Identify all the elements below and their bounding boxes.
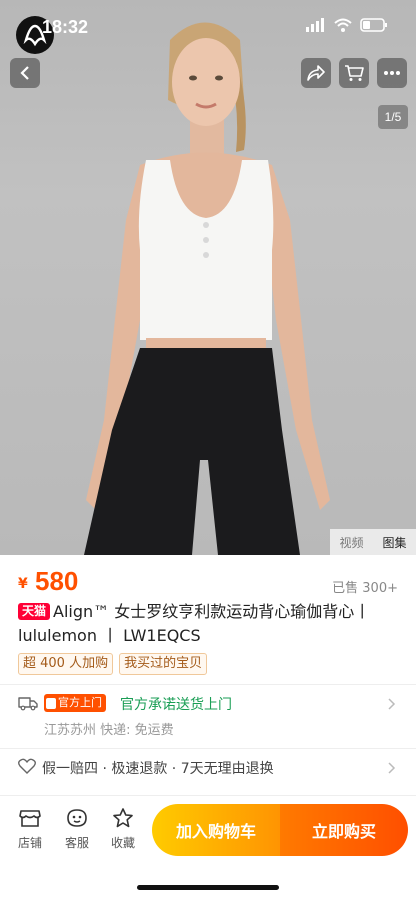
price: 580 [35, 566, 79, 596]
chevron-right-icon [388, 762, 396, 774]
chat-face-icon [67, 809, 87, 827]
divider [0, 795, 416, 796]
customer-service-button[interactable]: 客服 [57, 808, 97, 851]
service-label: 客服 [64, 836, 89, 850]
tmall-badge: 天猫 [18, 603, 51, 620]
home-indicator [137, 885, 279, 890]
product-title[interactable]: 天猫 Align™ 女士罗纹亨利款运动背心瑜伽背心丨lululemon 丨 LW1… [18, 600, 396, 648]
share-button[interactable] [301, 58, 331, 88]
delivery-promise: 官方承诺送货上门 [120, 697, 232, 713]
guarantee-text: 假一赔四 · 极速退款 · 7天无理由退换 [42, 761, 274, 777]
status-bar: 18:32 [0, 0, 416, 54]
status-icons [306, 18, 388, 32]
heart-icon [18, 758, 36, 774]
back-button[interactable] [10, 58, 40, 88]
divider [0, 748, 416, 749]
more-dots-icon [384, 71, 400, 75]
chevron-right-icon [388, 698, 396, 710]
tab-video[interactable]: 视频 [339, 534, 363, 551]
door-delivery-badge: 官方上门 [44, 694, 106, 712]
price-row: ¥ 580 已售 300+ [18, 564, 398, 600]
delivery-row[interactable]: 官方上门 官方承诺送货上门 江苏苏州 快递: 免运费 [18, 692, 398, 742]
wifi-icon [334, 18, 352, 32]
product-image-gallery[interactable]: 18:32 1/5 视频 图集 [0, 0, 416, 555]
sold-count: 已售 300+ [332, 581, 398, 596]
favorite-label: 收藏 [110, 836, 135, 850]
signal-icon [306, 18, 324, 32]
bottom-action-bar: 店铺 客服 收藏 加入购物车 立即购买 [0, 800, 416, 860]
divider [0, 684, 416, 685]
tab-photos[interactable]: 图集 [382, 534, 406, 551]
share-icon [307, 65, 325, 81]
door-badge-icon [46, 697, 56, 709]
favorite-button[interactable]: 收藏 [103, 808, 143, 851]
status-time: 18:32 [42, 17, 89, 37]
tag-cart-count: 超 400 人加购 [18, 653, 114, 675]
cart-button[interactable] [339, 58, 369, 88]
battery-icon [360, 18, 387, 32]
guarantee-row[interactable]: 假一赔四 · 极速退款 · 7天无理由退换 [18, 756, 398, 780]
tag-purchased-before[interactable]: 我买过的宝贝 [119, 653, 208, 675]
store-label: 店铺 [17, 836, 42, 850]
image-counter: 1/5 [378, 105, 408, 129]
truck-icon [18, 697, 38, 711]
currency-symbol: ¥ [18, 576, 28, 592]
delivery-detail: 江苏苏州 快递: 免运费 [44, 723, 174, 738]
more-button[interactable] [377, 58, 407, 88]
door-badge-label: 官方上门 [58, 696, 102, 709]
store-icon [19, 810, 41, 827]
media-tabs: 视频 图集 [330, 529, 416, 555]
shopping-cart-icon [345, 65, 364, 81]
tags-row: 超 400 人加购 我买过的宝贝 [18, 653, 208, 675]
add-to-cart-button[interactable]: 加入购物车 [152, 804, 280, 856]
buy-now-button[interactable]: 立即购买 [280, 804, 408, 856]
store-button[interactable]: 店铺 [10, 808, 50, 851]
chevron-left-icon [20, 66, 29, 80]
product-title-text: Align™ 女士罗纹亨利款运动背心瑜伽背心丨lululemon 丨 LW1EQ… [18, 602, 371, 645]
star-icon [113, 808, 133, 828]
